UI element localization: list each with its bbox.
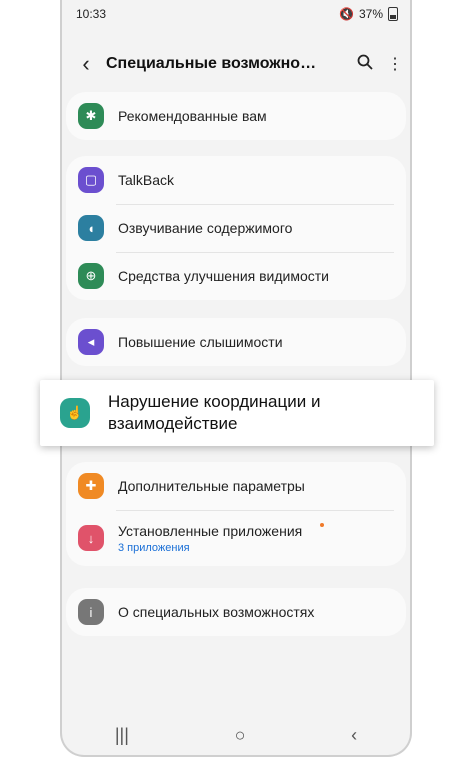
settings-plus-icon: ✚ <box>78 473 104 499</box>
magnifier-plus-icon: ⊕ <box>78 263 104 289</box>
download-icon: ↓ <box>78 525 104 551</box>
speaker-icon: ◖ <box>78 215 104 241</box>
battery-icon <box>388 7 398 21</box>
list-item-about[interactable]: i О специальных возможностях <box>66 588 406 636</box>
list-item-hearing[interactable]: ◂ Повышение слышимости <box>66 318 406 366</box>
card-recommended: ✱ Рекомендованные вам <box>66 92 406 140</box>
touch-hand-icon: ☝ <box>60 398 90 428</box>
back-arrow-icon[interactable]: ‹ <box>66 51 106 77</box>
installed-apps-count: 3 приложения <box>118 541 190 554</box>
card-vision: ▢ TalkBack ◖ Озвучивание содержимого ⊕ С… <box>66 156 406 300</box>
more-vert-icon[interactable]: ⋮ <box>380 54 410 74</box>
navigation-bar: ||| ○ ‹ <box>62 715 410 755</box>
list-item-recommended[interactable]: ✱ Рекомендованные вам <box>66 92 406 140</box>
recents-button[interactable]: ||| <box>115 725 129 746</box>
new-badge-dot <box>320 523 324 527</box>
card-advanced: ✚ Дополнительные параметры ↓ Установленн… <box>66 462 406 566</box>
home-button[interactable]: ○ <box>235 725 246 746</box>
status-time: 10:33 <box>76 7 107 21</box>
search-icon[interactable] <box>350 54 380 75</box>
nav-back-button[interactable]: ‹ <box>351 725 357 746</box>
phone-frame: 10:33 🔇 37% ‹ Специальные возможно… ⋮ ✱ … <box>60 0 412 757</box>
page-title: Специальные возможно… <box>106 55 317 72</box>
highlight-label-line2: взаимодействие <box>108 414 238 433</box>
app-header: ‹ Специальные возможно… ⋮ <box>62 44 410 84</box>
accessibility-icon: ✱ <box>78 103 104 129</box>
card-hearing: ◂ Повышение слышимости <box>66 318 406 366</box>
list-item-spoken-content[interactable]: ◖ Озвучивание содержимого <box>66 204 406 252</box>
list-item-talkback[interactable]: ▢ TalkBack <box>66 156 406 204</box>
hearing-icon: ◂ <box>78 329 104 355</box>
list-item-advanced[interactable]: ✚ Дополнительные параметры <box>66 462 406 510</box>
mute-icon: 🔇 <box>339 7 354 21</box>
list-item-interaction-dexterity[interactable]: ☝ Нарушение координации и взаимодействие <box>40 380 434 446</box>
talkback-icon: ▢ <box>78 167 104 193</box>
highlight-label-line1: Нарушение координации и <box>108 392 321 411</box>
list-item-visibility[interactable]: ⊕ Средства улучшения видимости <box>66 252 406 300</box>
status-bar: 10:33 🔇 37% <box>62 0 410 28</box>
battery-text: 37% <box>358 7 383 21</box>
card-about: i О специальных возможностях <box>66 588 406 636</box>
list-item-installed-apps[interactable]: ↓ Установленные приложения 3 приложения <box>66 510 406 566</box>
info-icon: i <box>78 599 104 625</box>
